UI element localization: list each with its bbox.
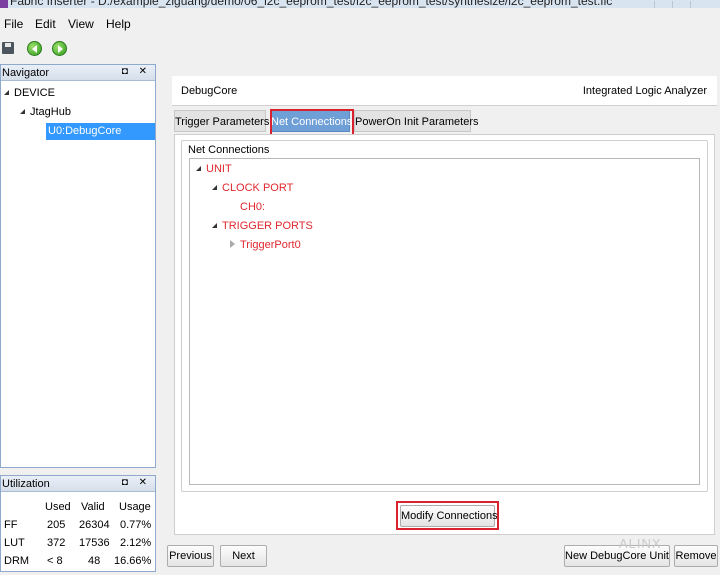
title-bar: Fabric Inserter - D:/example_ziguang/dem… [0, 0, 720, 8]
navigator-panel: Navigator ◘ ✕ DEVICE JtagHub U0:DebugCor… [0, 64, 156, 468]
tree-item-debugcore[interactable]: U0:DebugCore [46, 123, 155, 140]
tree-label-debugcore: U0:DebugCore [48, 125, 122, 137]
row-usage: 16.66% [114, 555, 152, 567]
tree-node-triggerport0[interactable]: TriggerPort0 [230, 239, 301, 251]
column-header-used: Used [45, 501, 71, 513]
tree-label-device: DEVICE [14, 87, 55, 99]
row-name: DRM [4, 555, 30, 567]
forward-icon[interactable] [52, 41, 67, 56]
tree-node-unit[interactable]: UNIT [196, 163, 232, 175]
main-area: DebugCore Integrated Logic Analyzer Trig… [172, 76, 717, 535]
group-label: Net Connections [188, 144, 270, 156]
previous-button[interactable]: Previous [167, 545, 214, 567]
remove-button[interactable]: Remove [674, 545, 718, 567]
watermark: ALINX [619, 536, 662, 551]
tree-label-jtaghub: JtagHub [30, 106, 71, 118]
row-valid: 48 [88, 555, 101, 567]
next-button[interactable]: Next [220, 545, 267, 567]
highlight-box [396, 501, 499, 530]
navigator-title: Navigator [2, 67, 50, 79]
menu-help[interactable]: Help [106, 17, 131, 31]
tree-item-jtaghub[interactable]: JtagHub [20, 106, 71, 118]
expand-icon[interactable] [4, 90, 9, 95]
tree-node-trigger-ports[interactable]: TRIGGER PORTS [212, 220, 313, 232]
utilization-panel: Utilization ◘ ✕ Used Valid Usage FF 205 … [0, 475, 156, 572]
app-icon [0, 0, 8, 8]
tree-node-clock-port[interactable]: CLOCK PORT [212, 182, 293, 194]
tab-poweron-init-parameters[interactable]: PowerOn Init Parameters [354, 110, 479, 132]
row-used: 372 [47, 537, 66, 549]
row-usage: 2.12% [120, 537, 152, 549]
tree-label-ch0: CH0: [240, 201, 266, 213]
net-connections-content: Net Connections UNIT CLOCK PORT CH0: TRI… [174, 134, 715, 535]
column-header-usage: Usage [119, 501, 151, 513]
expand-icon[interactable] [212, 223, 217, 228]
utilization-title: Utilization [2, 478, 50, 490]
row-used: < 8 [47, 555, 63, 567]
row-usage: 0.77% [120, 519, 152, 531]
column-header-valid: Valid [81, 501, 105, 513]
menu-view[interactable]: View [68, 17, 94, 31]
window-controls[interactable] [654, 0, 714, 8]
navigator-header: Navigator ◘ ✕ [1, 65, 155, 81]
net-connections-group: Net Connections UNIT CLOCK PORT CH0: TRI… [181, 140, 708, 492]
header-subtitle: Integrated Logic Analyzer [582, 85, 707, 97]
navigator-panel-buttons[interactable]: ◘ ✕ [122, 66, 151, 77]
tree-label-clock-port: CLOCK PORT [222, 182, 294, 194]
utilization-header: Utilization ◘ ✕ [1, 476, 155, 492]
tree-item-device[interactable]: DEVICE [4, 87, 55, 99]
expand-icon[interactable] [196, 166, 201, 171]
expand-icon[interactable] [20, 109, 25, 114]
window-title: Fabric Inserter - D:/example_ziguang/dem… [10, 0, 613, 8]
header-title: DebugCore [181, 85, 238, 97]
row-used: 205 [47, 519, 66, 531]
tree-label-trigger-ports: TRIGGER PORTS [222, 220, 313, 232]
utilization-panel-buttons[interactable]: ◘ ✕ [122, 477, 151, 488]
expand-icon[interactable] [212, 185, 217, 190]
tree-label-triggerport0: TriggerPort0 [240, 239, 301, 251]
tree-label-unit: UNIT [206, 163, 232, 175]
menu-bar: File Edit View Help [0, 14, 720, 34]
menu-edit[interactable]: Edit [35, 17, 56, 31]
tab-trigger-parameters[interactable]: Trigger Parameters [174, 110, 269, 132]
back-icon[interactable] [27, 41, 42, 56]
menu-file[interactable]: File [4, 17, 23, 31]
row-name: FF [4, 519, 18, 531]
connections-tree: UNIT CLOCK PORT CH0: TRIGGER PORTS Trigg… [189, 158, 700, 485]
collapse-icon[interactable] [230, 240, 235, 248]
row-valid: 17536 [79, 537, 110, 549]
row-name: LUT [4, 537, 25, 549]
debugcore-header: DebugCore Integrated Logic Analyzer [172, 76, 717, 106]
save-icon[interactable] [2, 42, 14, 54]
row-valid: 26304 [79, 519, 110, 531]
toolbar [0, 37, 720, 61]
tree-node-ch0[interactable]: CH0: [240, 201, 265, 213]
